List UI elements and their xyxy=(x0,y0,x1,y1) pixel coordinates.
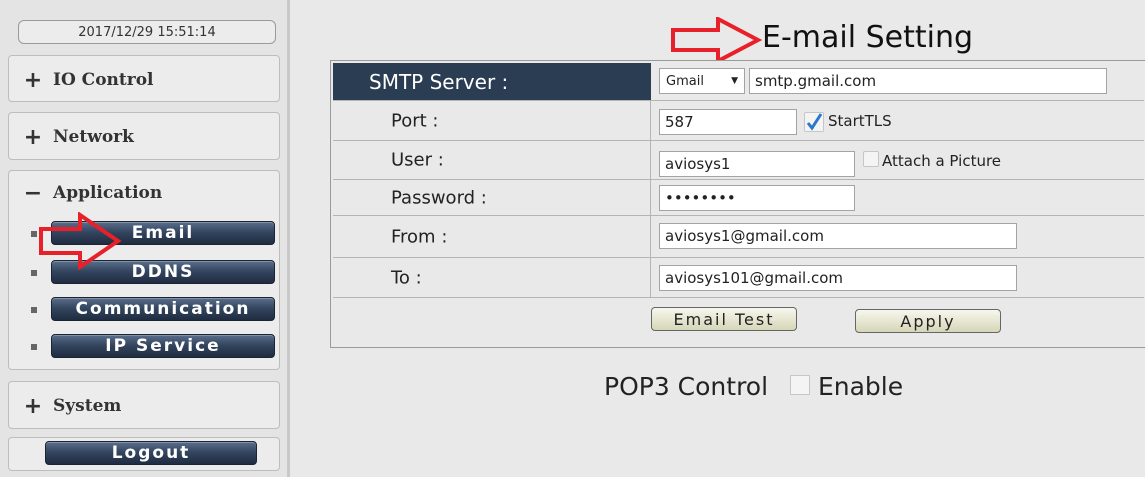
expand-icon: + xyxy=(23,124,43,150)
from-label: From : xyxy=(391,226,448,247)
pop3-enable-label: Enable xyxy=(817,372,904,401)
menu-io-control-label: IO Control xyxy=(53,70,154,90)
datetime-display: 2017/12/29 15:51:14 xyxy=(18,20,276,44)
pop3-label: POP3 Control xyxy=(604,372,769,401)
smtp-server-row: SMTP Server : Gmail ▼ smtp.gmail.com xyxy=(333,63,1144,101)
sub-item-communication: Communication xyxy=(9,297,281,323)
password-row: Password : •••••••• xyxy=(333,180,1144,216)
starttls-label: StartTLS xyxy=(828,112,892,130)
collapse-icon[interactable]: − xyxy=(23,181,43,206)
smtp-server-label: SMTP Server : xyxy=(333,63,651,100)
menu-system[interactable]: + System xyxy=(8,381,280,429)
password-label: Password : xyxy=(391,187,487,208)
caret-down-icon: ▼ xyxy=(731,76,738,86)
port-input[interactable]: 587 xyxy=(659,109,797,135)
expand-icon: + xyxy=(23,67,43,93)
sidebar: 2017/12/29 15:51:14 + IO Control + Netwo… xyxy=(0,0,290,477)
port-label: Port : xyxy=(391,110,439,131)
page-title: E-mail Setting xyxy=(762,20,974,55)
expand-icon: + xyxy=(23,393,43,419)
bullet-icon xyxy=(31,307,37,313)
starttls-checkbox[interactable] xyxy=(804,112,824,132)
sub-item-ip-service: IP Service xyxy=(9,334,281,360)
bullet-icon xyxy=(31,231,37,237)
email-settings-form: SMTP Server : Gmail ▼ smtp.gmail.com Por… xyxy=(330,60,1145,348)
user-label: User : xyxy=(391,149,444,171)
actions-row: Email Test Apply xyxy=(333,298,1144,342)
user-row: User : aviosys1 Attach a Picture xyxy=(333,141,1144,180)
to-row: To : aviosys101@gmail.com xyxy=(333,258,1144,298)
provider-select[interactable]: Gmail ▼ xyxy=(659,68,745,94)
pop3-enable-checkbox[interactable] xyxy=(790,375,811,395)
apply-button[interactable]: Apply xyxy=(855,309,1001,333)
logout-button[interactable]: Logout xyxy=(45,441,257,465)
red-outline-arrow-icon xyxy=(39,212,122,270)
attach-picture-checkbox[interactable] xyxy=(863,151,879,167)
menu-network-label: Network xyxy=(53,127,134,147)
menu-system-label: System xyxy=(53,396,122,416)
bullet-icon xyxy=(31,270,37,276)
ip-service-nav-button[interactable]: IP Service xyxy=(51,334,275,358)
to-label: To : xyxy=(391,267,422,288)
main-panel: E-mail Setting SMTP Server : Gmail ▼ smt… xyxy=(290,0,1145,477)
menu-io-control[interactable]: + IO Control xyxy=(8,55,280,102)
bullet-icon xyxy=(31,344,37,350)
email-test-button[interactable]: Email Test xyxy=(651,307,797,331)
user-input[interactable]: aviosys1 xyxy=(659,151,855,177)
port-row: Port : 587 StartTLS xyxy=(333,101,1144,141)
from-input[interactable]: aviosys1@gmail.com xyxy=(659,223,1017,249)
menu-network[interactable]: + Network xyxy=(8,112,280,160)
provider-select-value: Gmail xyxy=(666,73,704,89)
communication-nav-button[interactable]: Communication xyxy=(51,297,275,321)
to-input[interactable]: aviosys101@gmail.com xyxy=(659,265,1017,291)
menu-application-label[interactable]: Application xyxy=(53,183,162,203)
red-outline-arrow-icon xyxy=(671,17,762,63)
logout-box: Logout xyxy=(8,437,280,471)
smtp-host-input[interactable]: smtp.gmail.com xyxy=(749,68,1107,94)
from-row: From : aviosys1@gmail.com xyxy=(333,216,1144,258)
menu-application: − Application Email DDNS Communication I… xyxy=(8,170,280,370)
password-input[interactable]: •••••••• xyxy=(659,185,855,211)
attach-picture-label: Attach a Picture xyxy=(882,152,1002,170)
pop3-control: POP3 Control Enable xyxy=(604,372,903,401)
